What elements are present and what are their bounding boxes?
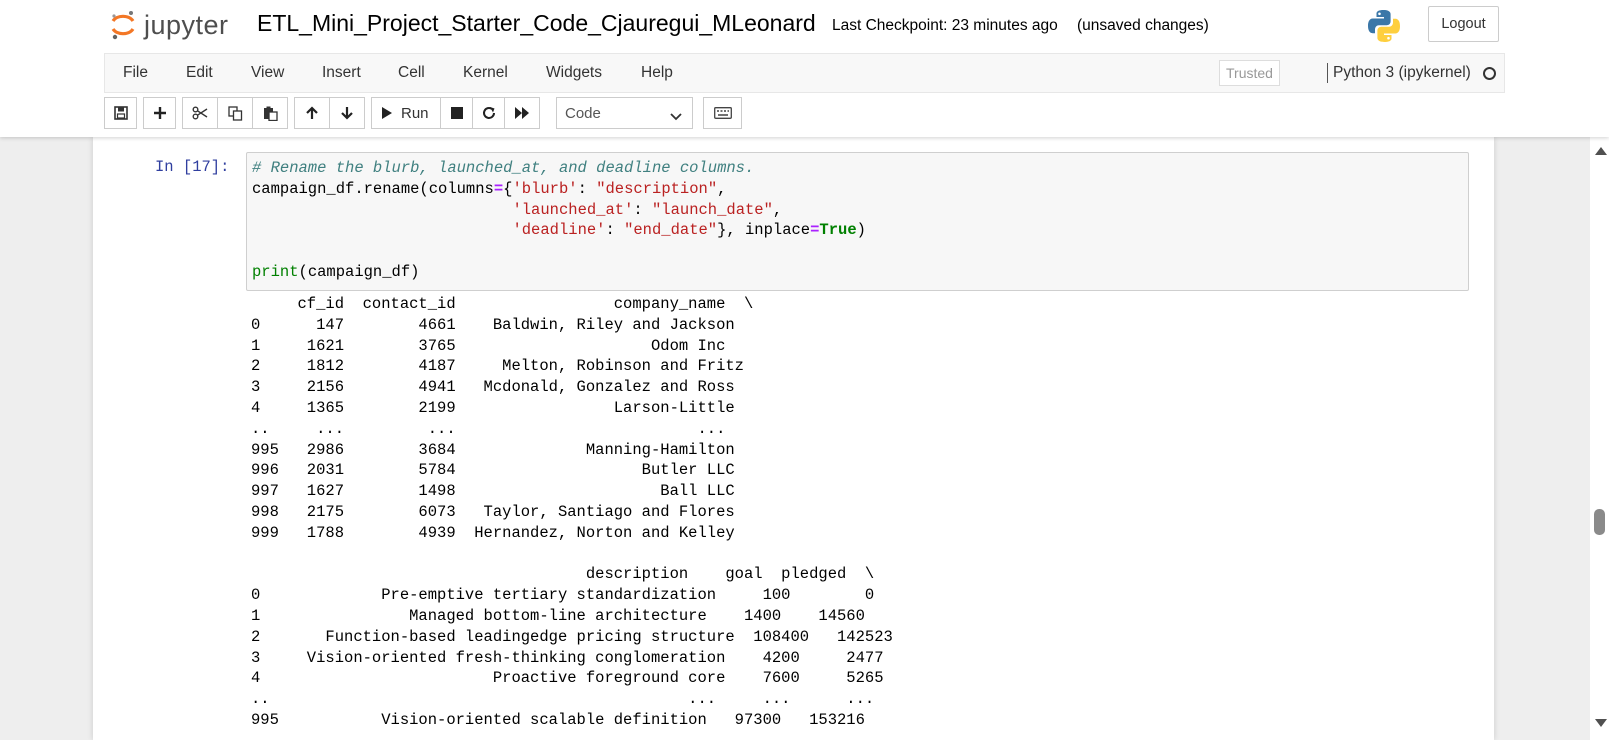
output-line: 4 1365 2199 Larson-Little (251, 398, 763, 417)
run-icon (381, 106, 393, 120)
insert-cell-button[interactable] (143, 97, 176, 129)
output-line: 0 Pre-emptive tertiary standardization 1… (251, 586, 903, 605)
save-icon (113, 106, 128, 120)
cut-button[interactable] (182, 97, 218, 129)
kernel-divider (1327, 63, 1328, 83)
save-button[interactable] (104, 97, 137, 129)
keyboard-icon (713, 107, 732, 119)
output-line: 0 147 4661 Baldwin, Riley and Jackson (251, 315, 763, 334)
code-line: 'launched_at': "launch_date", (512, 200, 783, 219)
output-line: 998 2175 6073 Taylor, Santiago and Flore… (251, 502, 763, 521)
header: jupyter ETL_Mini_Project_Starter_Code_Cj… (0, 0, 1609, 137)
logout-button[interactable]: Logout (1428, 6, 1499, 42)
code-cell-input[interactable]: # Rename the blurb, launched_at, and dea… (246, 152, 1469, 291)
restart-button[interactable] (472, 97, 505, 129)
code-line: # Rename the blurb, launched_at, and dea… (252, 158, 866, 179)
kernel-idle-icon (1483, 67, 1496, 80)
jupyter-logo-icon (110, 10, 136, 40)
trusted-indicator[interactable]: Trusted (1219, 60, 1280, 86)
output-line: 3 Vision-oriented fresh-thinking conglom… (251, 648, 912, 667)
jupyter-logo-text: jupyter (144, 9, 229, 40)
output-line: .. ... ... ... (251, 690, 903, 709)
menu-view[interactable]: View (251, 64, 284, 82)
output-line: 1 1621 3765 Odom Inc (251, 336, 754, 355)
kernel-name: Python 3 (ipykernel) (1333, 64, 1471, 81)
menubar: File Edit View Insert Cell Kernel Widget… (104, 53, 1505, 93)
vertical-scrollbar[interactable] (1590, 137, 1609, 740)
menu-help[interactable]: Help (641, 64, 673, 82)
cut-icon (192, 106, 208, 120)
output-line: 999 1788 4939 Hernandez, Norton and Kell… (251, 523, 763, 542)
code-token: # Rename the blurb, launched_at, and dea… (252, 159, 755, 177)
arrow-up-icon (305, 106, 319, 120)
notebook-page: In [17]: # Rename the blurb, launched_at… (93, 137, 1494, 740)
stop-icon (450, 107, 463, 119)
autosave-status: (unsaved changes) (1077, 17, 1209, 34)
restart-icon (482, 106, 496, 120)
output-line: cf_id contact_id company_name \ (251, 295, 754, 313)
output-line: 995 2986 3684 Manning-Hamilton (251, 440, 763, 459)
paste-button[interactable] (252, 97, 288, 129)
output-line: 2 1812 4187 Melton, Robinson and Fritz (251, 357, 772, 376)
output-line: 3 2156 4941 Mcdonald, Gonzalez and Ross (251, 378, 763, 397)
scrollbar-thumb[interactable] (1594, 509, 1605, 535)
output-line: .. ... ... ... (251, 419, 754, 438)
menu-kernel[interactable]: Kernel (463, 64, 508, 82)
notebook-title[interactable]: ETL_Mini_Project_Starter_Code_Cjauregui_… (257, 10, 816, 37)
cell-output: cf_id contact_id company_name \ 0 147 466… (251, 294, 921, 731)
code-line: print(campaign_df) (252, 262, 420, 281)
move-down-button[interactable] (329, 97, 365, 129)
output-line: 997 1627 1498 Ball LLC (251, 482, 763, 501)
output-line: 995 Vision-oriented scalable definition … (251, 710, 893, 729)
menu-widgets[interactable]: Widgets (546, 64, 602, 82)
chevron-down-icon (670, 108, 682, 125)
run-button[interactable]: Run (371, 97, 441, 129)
arrow-down-icon (340, 106, 354, 120)
menu-edit[interactable]: Edit (186, 64, 213, 82)
input-prompt: In [17]: (155, 158, 230, 176)
copy-button[interactable] (217, 97, 253, 129)
scroll-up-arrow-icon[interactable] (1595, 147, 1607, 155)
code-line: campaign_df.rename(columns={'blurb': "de… (252, 179, 727, 198)
copy-icon (227, 105, 243, 121)
checkpoint-status: Last Checkpoint: 23 minutes ago (832, 17, 1058, 34)
scroll-down-arrow-icon[interactable] (1595, 719, 1607, 727)
plus-icon (153, 106, 167, 120)
interrupt-button[interactable] (440, 97, 473, 129)
paste-icon (263, 106, 278, 121)
code-text: # Rename the blurb, launched_at, and dea… (252, 158, 866, 283)
output-line: 996 2031 5784 Butler LLC (251, 461, 763, 480)
command-palette-button[interactable] (703, 97, 742, 129)
output-line: description goal pledged \ (251, 565, 875, 584)
restart-run-all-button[interactable] (504, 97, 540, 129)
menu-file[interactable]: File (123, 64, 148, 82)
move-up-button[interactable] (294, 97, 330, 129)
python-logo-icon (1366, 8, 1402, 44)
cell-type-select[interactable]: Code (556, 97, 693, 129)
run-button-label: Run (401, 104, 429, 122)
jupyter-logo[interactable]: jupyter (110, 8, 229, 42)
menu-insert[interactable]: Insert (322, 64, 361, 82)
output-line: 2 Function-based leadingedge pricing str… (251, 627, 921, 646)
notebook-container[interactable]: In [17]: # Rename the blurb, launched_at… (0, 137, 1590, 740)
output-line: 4 Proactive foreground core 7600 5265 (251, 669, 912, 688)
menu-cell[interactable]: Cell (398, 64, 425, 82)
cell-type-value: Code (565, 104, 601, 122)
fast-forward-icon (514, 106, 530, 120)
code-line: 'deadline': "end_date"}, inplace=True) (512, 221, 866, 240)
output-line: 1 Managed bottom-line architecture 1400 … (251, 606, 893, 625)
